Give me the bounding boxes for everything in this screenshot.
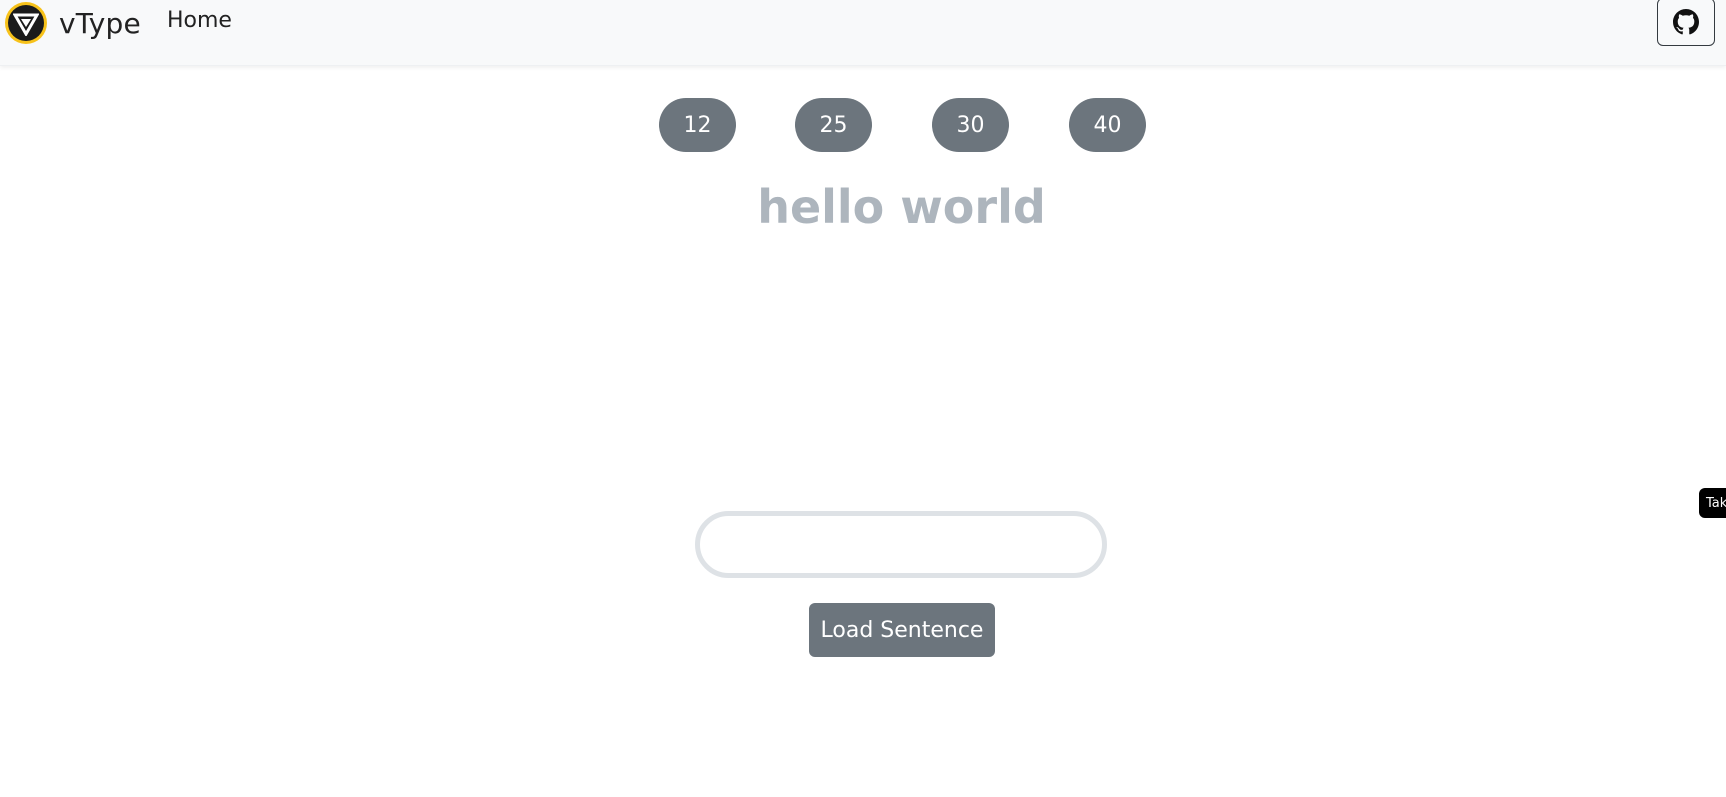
target-sentence: hello world bbox=[757, 180, 1046, 234]
length-option-30[interactable]: 30 bbox=[932, 98, 1009, 152]
typing-input[interactable] bbox=[695, 511, 1107, 578]
brand-name: vType bbox=[59, 6, 141, 40]
nav-home-link[interactable]: Home bbox=[167, 8, 232, 33]
brand-link[interactable]: vType bbox=[5, 2, 141, 44]
length-option-25[interactable]: 25 bbox=[795, 98, 872, 152]
vtype-logo-icon bbox=[5, 2, 47, 44]
github-icon bbox=[1673, 9, 1699, 35]
top-navbar: vType Home bbox=[0, 0, 1726, 66]
github-button[interactable] bbox=[1657, 0, 1715, 46]
length-option-12[interactable]: 12 bbox=[659, 98, 736, 152]
side-feedback-tab[interactable]: Tak bbox=[1699, 488, 1726, 518]
length-option-40[interactable]: 40 bbox=[1069, 98, 1146, 152]
load-sentence-button[interactable]: Load Sentence bbox=[809, 603, 995, 657]
